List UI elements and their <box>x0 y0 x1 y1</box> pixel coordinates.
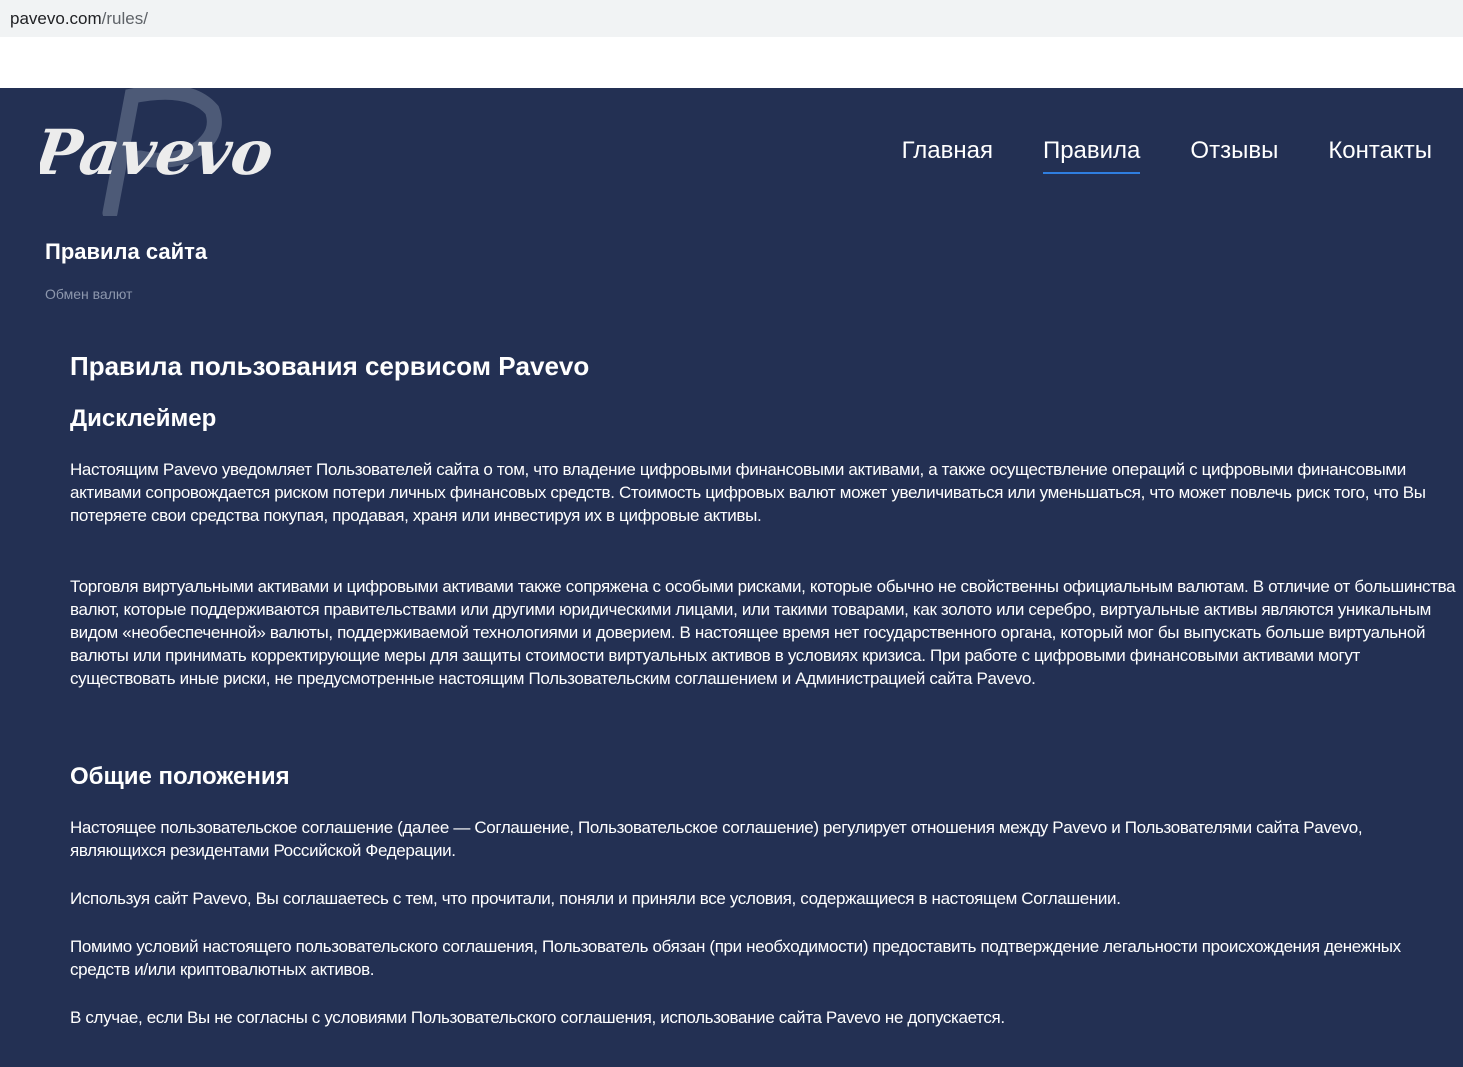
general-paragraph: В случае, если Вы не согласны с условиям… <box>70 1008 1005 1027</box>
logo-wordmark: Pavevo <box>40 116 278 189</box>
nav-home[interactable]: Главная <box>902 136 993 174</box>
general-paragraph: Настоящее пользовательское соглашение (д… <box>70 818 1363 860</box>
url-host: pavevo.com <box>10 9 102 28</box>
browser-blank-strip <box>0 37 1463 88</box>
rules-content: Правила пользования сервисом Pavevo Диск… <box>70 350 1460 1054</box>
logo-graphic: Pavevo <box>40 88 278 216</box>
page-title: Правила сайта <box>45 239 208 264</box>
disclaimer-paragraph: Торговля виртуальными активами и цифровы… <box>70 577 1456 688</box>
url-path: /rules/ <box>101 9 148 28</box>
disclaimer-heading: Дисклеймер <box>70 405 217 432</box>
nav-rules[interactable]: Правила <box>1042 136 1141 174</box>
general-heading: Общие положения <box>70 763 290 790</box>
site-page: Pavevo Главная Правила Отзывы Контакты П… <box>0 88 1463 1067</box>
nav-reviews[interactable]: Отзывы <box>1190 136 1278 174</box>
disclaimer-paragraph: Настоящим Pavevo уведомляет Пользователе… <box>70 460 1426 525</box>
general-paragraph: Используя сайт Pavevo, Вы соглашаетесь с… <box>70 889 1121 908</box>
general-paragraph: Помимо условий настоящего пользовательск… <box>70 937 1401 979</box>
nav-contacts[interactable]: Контакты <box>1328 136 1432 174</box>
rules-heading: Правила пользования сервисом Pavevo <box>70 351 590 381</box>
breadcrumb: Обмен валют <box>45 286 133 302</box>
site-logo[interactable]: Pavevo <box>40 88 290 216</box>
main-nav: Главная Правила Отзывы Контакты <box>902 136 1432 174</box>
address-bar[interactable]: pavevo.com/rules/ <box>0 0 1463 37</box>
